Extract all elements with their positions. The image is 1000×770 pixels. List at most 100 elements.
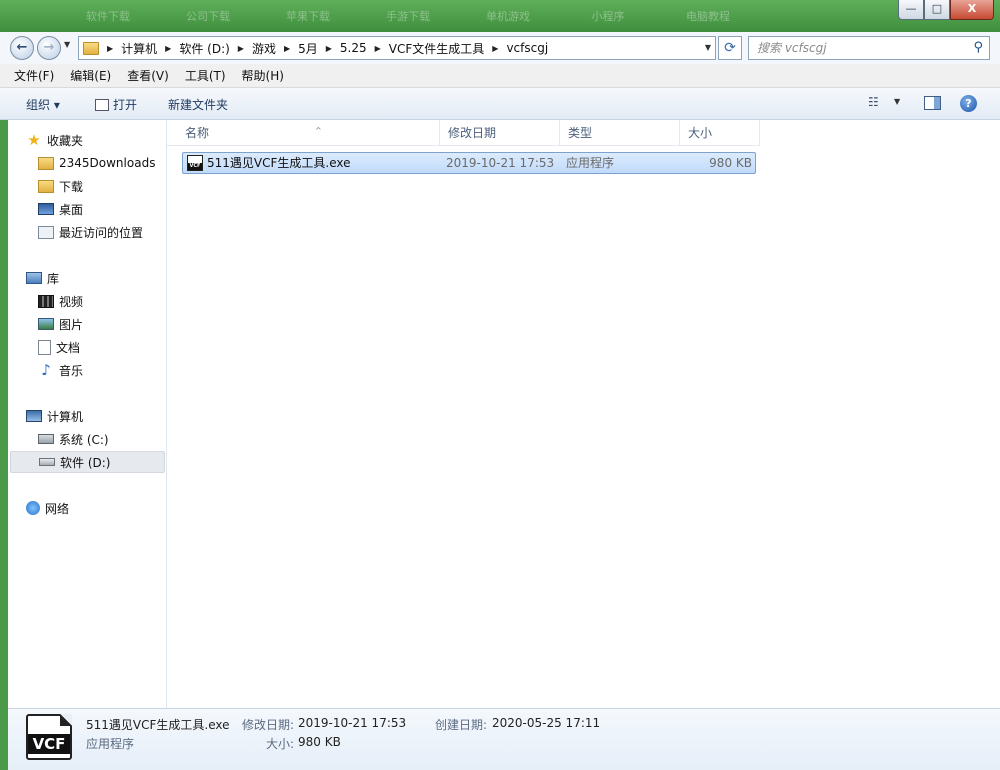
nav-network[interactable]: 网络 (26, 497, 69, 519)
menu-edit[interactable]: 编辑(E) (64, 67, 117, 84)
details-filename: 511遇见VCF生成工具.exe (86, 718, 230, 732)
nav-computer[interactable]: 计算机 (26, 405, 83, 427)
view-dropdown-icon[interactable]: ▼ (894, 97, 900, 106)
refresh-button[interactable]: ⟳ (718, 36, 742, 60)
nav-label: 收藏夹 (47, 133, 84, 148)
sort-up-icon: ^ (315, 126, 322, 135)
nav-label: 计算机 (47, 409, 84, 424)
open-button[interactable]: 打开 (95, 96, 137, 113)
network-icon (26, 501, 40, 515)
chevron-right-icon[interactable]: ▶ (492, 44, 498, 53)
recent-places-icon (38, 225, 54, 239)
details-pane: VCF 511遇见VCF生成工具.exe 应用程序 修改日期: 2019-10-… (8, 708, 1000, 770)
close-button[interactable]: X (950, 0, 994, 20)
file-modified: 2019-10-21 17:53 (446, 156, 555, 170)
breadcrumb-vcfscgj[interactable]: vcfscgj (506, 41, 548, 55)
file-row[interactable]: VCF 511遇见VCF生成工具.exe 2019-10-21 17:53 应用… (182, 152, 756, 174)
maximize-button[interactable]: □ (924, 0, 950, 20)
drive-icon (39, 458, 55, 466)
downloads-folder-icon (38, 179, 54, 193)
file-size: 980 KB (709, 156, 752, 170)
organize-button[interactable]: 组织 ▾ (26, 96, 60, 113)
menu-tools[interactable]: 工具(T) (179, 67, 232, 84)
breadcrumb-games[interactable]: 游戏 (252, 40, 276, 57)
breadcrumb-drive-d[interactable]: 软件 (D:) (179, 40, 229, 57)
search-icon[interactable]: ⚲ (973, 40, 983, 55)
nav-item-drive-d[interactable]: 软件 (D:) (10, 451, 165, 473)
background-tab: 公司下载 (186, 10, 230, 23)
nav-label: 桌面 (59, 202, 84, 217)
nav-label: 最近访问的位置 (59, 225, 144, 240)
desktop-icon (38, 203, 54, 215)
chevron-right-icon[interactable]: ▶ (284, 44, 290, 53)
column-label: 名称 (185, 126, 210, 140)
view-options-icon[interactable]: ☷ (868, 95, 879, 109)
new-folder-button[interactable]: 新建文件夹 (168, 96, 228, 113)
nav-label: 网络 (45, 501, 70, 516)
nav-favorites[interactable]: ★ 收藏夹 (26, 129, 83, 151)
column-header-type[interactable]: 类型 (560, 120, 680, 146)
chevron-right-icon[interactable]: ▶ (326, 44, 332, 53)
background-tab: 电脑教程 (686, 10, 730, 23)
nav-item-documents[interactable]: 文档 (38, 336, 80, 358)
menu-view[interactable]: 查看(V) (121, 67, 175, 84)
icon-text: VCF (188, 163, 202, 170)
nav-label: 下载 (59, 179, 84, 194)
breadcrumb-vcf-tool[interactable]: VCF文件生成工具 (389, 40, 485, 57)
minimize-button[interactable]: — (898, 0, 924, 20)
help-icon[interactable]: ? (960, 95, 977, 112)
back-button[interactable]: ← (10, 36, 34, 60)
open-label: 打开 (113, 98, 138, 112)
nav-item-downloads[interactable]: 下载 (38, 175, 83, 197)
address-dropdown-icon[interactable]: ▼ (705, 43, 711, 52)
background-tabs: 软件下载 公司下载 苹果下载 手游下载 单机游戏 小程序 电脑教程 (60, 8, 760, 26)
menu-bar: 文件(F) 编辑(E) 查看(V) 工具(T) 帮助(H) (0, 64, 1000, 88)
nav-item-desktop[interactable]: 桌面 (38, 198, 83, 220)
vcf-app-large-icon: VCF (26, 714, 72, 760)
background-tab: 小程序 (591, 10, 625, 23)
chevron-right-icon[interactable]: ▶ (375, 44, 381, 53)
icon-text: VCF (28, 734, 70, 754)
menu-help[interactable]: 帮助(H) (236, 67, 290, 84)
search-input[interactable] (757, 37, 967, 59)
nav-item-recent-places[interactable]: 最近访问的位置 (38, 221, 143, 243)
window-controls: — □ X (898, 0, 994, 20)
nav-item-music[interactable]: ♪ 音乐 (38, 359, 83, 381)
recent-pages-dropdown-icon[interactable]: ▼ (64, 40, 70, 49)
window-titlebar: 软件下载 公司下载 苹果下载 手游下载 单机游戏 小程序 电脑教程 — □ X (0, 0, 1000, 32)
libraries-icon (26, 272, 42, 284)
nav-item-2345downloads[interactable]: 2345Downloads (38, 152, 155, 174)
nav-item-videos[interactable]: 视频 (38, 290, 83, 312)
star-icon: ★ (27, 130, 41, 149)
column-header-size[interactable]: 大小 (680, 120, 760, 146)
details-size-label: 大小: (266, 737, 295, 751)
forward-button[interactable]: → (37, 36, 61, 60)
details-modified-value: 2019-10-21 17:53 (298, 716, 407, 730)
column-header-date[interactable]: 修改日期 (440, 120, 560, 146)
column-header-name[interactable]: 名称 ^ (177, 120, 440, 146)
pictures-icon (38, 318, 54, 330)
search-box[interactable]: ⚲ (748, 36, 990, 60)
address-bar[interactable]: ▶ 计算机 ▶ 软件 (D:) ▶ 游戏 ▶ 5月 ▶ 5.25 ▶ VCF文件… (78, 36, 716, 60)
chevron-right-icon[interactable]: ▶ (238, 44, 244, 53)
address-row: ← → ▼ ▶ 计算机 ▶ 软件 (D:) ▶ 游戏 ▶ 5月 ▶ 5.25 ▶… (0, 32, 1000, 64)
nav-label: 文档 (56, 340, 81, 355)
nav-item-drive-c[interactable]: 系统 (C:) (38, 428, 109, 450)
folder-icon (83, 41, 99, 55)
chevron-right-icon[interactable]: ▶ (107, 44, 113, 53)
column-headers: 名称 ^ 修改日期 类型 大小 (167, 120, 760, 146)
documents-icon (38, 339, 51, 355)
details-type: 应用程序 (86, 737, 135, 751)
nav-libraries[interactable]: 库 (26, 267, 59, 289)
preview-pane-icon[interactable] (924, 96, 941, 110)
nav-item-pictures[interactable]: 图片 (38, 313, 83, 335)
nav-label: 库 (47, 271, 60, 286)
background-tab: 软件下载 (86, 10, 130, 23)
details-created-label: 创建日期: (435, 718, 488, 732)
chevron-right-icon[interactable]: ▶ (165, 44, 171, 53)
computer-icon (26, 410, 42, 422)
breadcrumb-computer[interactable]: 计算机 (121, 40, 157, 57)
breadcrumb-may[interactable]: 5月 (298, 40, 318, 57)
breadcrumb-525[interactable]: 5.25 (340, 41, 367, 55)
menu-file[interactable]: 文件(F) (8, 67, 60, 84)
